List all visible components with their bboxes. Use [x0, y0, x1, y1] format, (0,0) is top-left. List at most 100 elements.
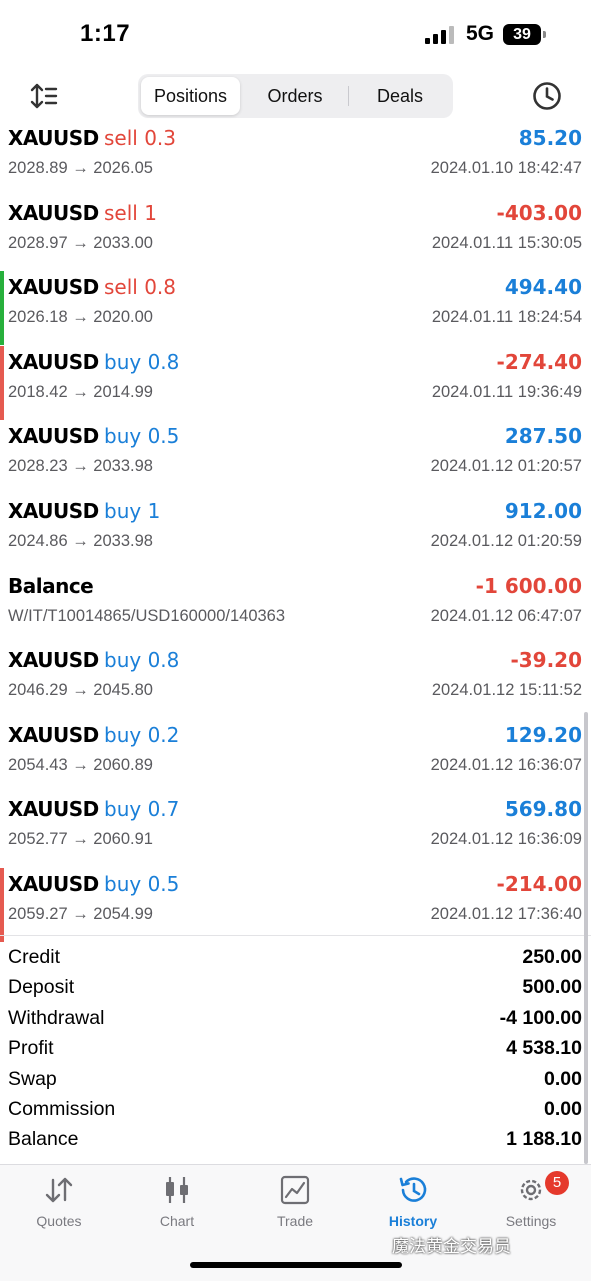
tab-label: Quotes: [36, 1213, 82, 1229]
deal-profit: 85.20: [518, 126, 582, 150]
summary-label: Withdrawal: [8, 1006, 105, 1029]
deal-row[interactable]: XAUUSD buy 0.7 569.80 2052.77 → 2060.91 2024…: [0, 793, 591, 868]
deal-symbol: XAUUSD: [8, 871, 99, 896]
deal-row[interactable]: XAUUSD buy 1 912.00 2024.86 → 2033.98 2024.0…: [0, 495, 591, 570]
deal-profit: -1 600.00: [475, 573, 582, 598]
tab-label: Trade: [276, 1213, 314, 1229]
deal-row[interactable]: XAUUSD buy 0.5 287.50 2028.23 → 2033.98 2024…: [0, 420, 591, 495]
sort-icon[interactable]: [28, 80, 60, 112]
deal-prices: 2028.89 → 2026.05: [8, 159, 153, 177]
deal-symbol: XAUUSD: [8, 349, 99, 374]
row-marker: [0, 570, 4, 644]
deal-row[interactable]: XAUUSD buy 0.8 -274.40 2018.42 → 2014.99 202…: [0, 345, 591, 421]
deal-profit: -274.40: [496, 349, 582, 374]
summary-balance: Balance 1 188.10: [0, 1126, 591, 1156]
row-marker: [0, 271, 4, 346]
deal-time: 2024.01.10 18:42:47: [430, 159, 582, 177]
deal-side: buy 0.8: [104, 349, 180, 374]
deal-row[interactable]: XAUUSD sell 1 -403.00 2028.97 → 2033.00 2024…: [0, 197, 591, 272]
summary-value: -4 100.00: [499, 1006, 582, 1029]
deal-profit: 129.20: [504, 722, 582, 747]
home-indicator[interactable]: [190, 1262, 402, 1268]
tab-label: Chart: [159, 1213, 195, 1229]
summary-credit: Credit 250.00: [0, 944, 591, 974]
row-marker: [0, 719, 4, 793]
deal-time: 2024.01.12 16:36:07: [430, 755, 582, 774]
deal-prices: 2028.23 → 2033.98: [8, 457, 153, 476]
summary-divider: [0, 935, 591, 936]
deal-symbol: XAUUSD: [8, 126, 99, 150]
tab-deals[interactable]: Deals: [350, 77, 450, 115]
row-marker: [0, 197, 4, 271]
battery-icon: 39: [503, 24, 546, 45]
deal-prices: 2054.43 → 2060.89: [8, 755, 153, 774]
signal-icon: [425, 26, 455, 44]
deal-time: 2024.01.12 17:36:40: [430, 904, 582, 923]
deal-row[interactable]: XAUUSD sell 0.8 494.40 2026.18 → 2020.00 202…: [0, 271, 591, 346]
deal-time: 2024.01.11 18:24:54: [431, 308, 582, 327]
deal-profit: -214.00: [496, 871, 582, 896]
deal-prices: 2046.29 → 2045.80: [8, 681, 153, 700]
status-time: 1:17: [80, 20, 131, 47]
row-marker: [0, 122, 4, 196]
deal-profit: 912.00: [504, 498, 582, 523]
summary-label: Profit: [8, 1037, 54, 1060]
summary-value: 1 188.10: [506, 1128, 582, 1151]
chart-icon: [166, 1177, 188, 1203]
deal-time: 2024.01.12 16:36:09: [430, 830, 582, 849]
deal-symbol: XAUUSD: [8, 275, 99, 300]
tab-label: Settings: [505, 1213, 557, 1229]
deal-symbol: Balance: [8, 573, 94, 598]
deal-side: sell 0.3: [104, 126, 177, 150]
history-icon: [399, 1177, 427, 1202]
summary-label: Commission: [8, 1097, 116, 1120]
deal-symbol: XAUUSD: [8, 648, 99, 673]
deal-time: 2024.01.11 19:36:49: [431, 382, 582, 401]
tab-trade[interactable]: Trade: [245, 1175, 345, 1245]
tab-positions[interactable]: Positions: [141, 77, 240, 115]
deal-side: sell 0.8: [104, 275, 177, 300]
summary-commission: Commission 0.00: [0, 1096, 591, 1126]
tab-quotes[interactable]: Quotes: [9, 1175, 109, 1245]
row-marker: [0, 867, 4, 942]
deal-row[interactable]: XAUUSD buy 0.2 129.20 2054.43 → 2060.89 2024…: [0, 719, 591, 794]
deal-side: buy 0.8: [104, 648, 180, 673]
summary-profit: Profit 4 538.10: [0, 1035, 591, 1065]
deal-side: buy 0.5: [104, 424, 180, 449]
tab-orders[interactable]: Orders: [244, 77, 346, 115]
toolbar: Positions Orders Deals: [0, 72, 591, 120]
deal-profit: 494.40: [504, 275, 582, 300]
watermark: 魔法黄金交易员: [392, 1237, 511, 1256]
settings-icon: [520, 1179, 542, 1201]
deal-row[interactable]: XAUUSD buy 0.5 -214.00 2059.27 → 2054.99 202…: [0, 867, 591, 943]
deal-row[interactable]: Balance -1 600.00 W/IT/T10014865/USD160000…: [0, 570, 591, 645]
deal-profit: 287.50: [504, 424, 582, 449]
deal-prices: 2052.77 → 2060.91: [8, 830, 153, 849]
clock-icon[interactable]: [531, 80, 563, 112]
deal-prices: 2018.42 → 2014.99: [8, 382, 153, 401]
deal-time: 2024.01.12 06:47:07: [430, 606, 582, 625]
deal-row[interactable]: XAUUSD sell 0.3 85.20 2028.89 → 2026.05 2024…: [0, 122, 591, 197]
deal-time: 2024.01.11 15:30:05: [431, 233, 582, 252]
summary-value: 500.00: [522, 976, 582, 999]
summary-deposit: Deposit 500.00: [0, 974, 591, 1004]
deal-side: sell 1: [104, 200, 157, 225]
summary-value: 250.00: [522, 946, 582, 968]
deal-side: buy 0.5: [104, 871, 180, 896]
account-summary: Credit 250.00 Deposit 500.00 Withdrawal -4 …: [0, 944, 591, 1157]
tab-chart[interactable]: Chart: [127, 1175, 227, 1245]
segment-divider: [348, 86, 349, 106]
summary-label: Deposit: [8, 976, 75, 999]
quotes-icon: [45, 1177, 73, 1203]
segmented-control: Positions Orders Deals: [138, 74, 453, 118]
deal-symbol: XAUUSD: [8, 200, 99, 225]
summary-swap: Swap 0.00: [0, 1066, 591, 1096]
deal-time: 2024.01.12 15:11:52: [431, 681, 582, 700]
summary-label: Balance: [8, 1128, 79, 1151]
deal-prices: W/IT/T10014865/USD160000/140363: [8, 606, 286, 625]
deal-time: 2024.01.12 01:20:57: [430, 457, 582, 476]
row-marker: [0, 345, 4, 420]
row-marker: [0, 644, 4, 718]
deal-side: buy 0.7: [104, 797, 180, 822]
deal-row[interactable]: XAUUSD buy 0.8 -39.20 2046.29 → 2045.80 2024…: [0, 644, 591, 719]
